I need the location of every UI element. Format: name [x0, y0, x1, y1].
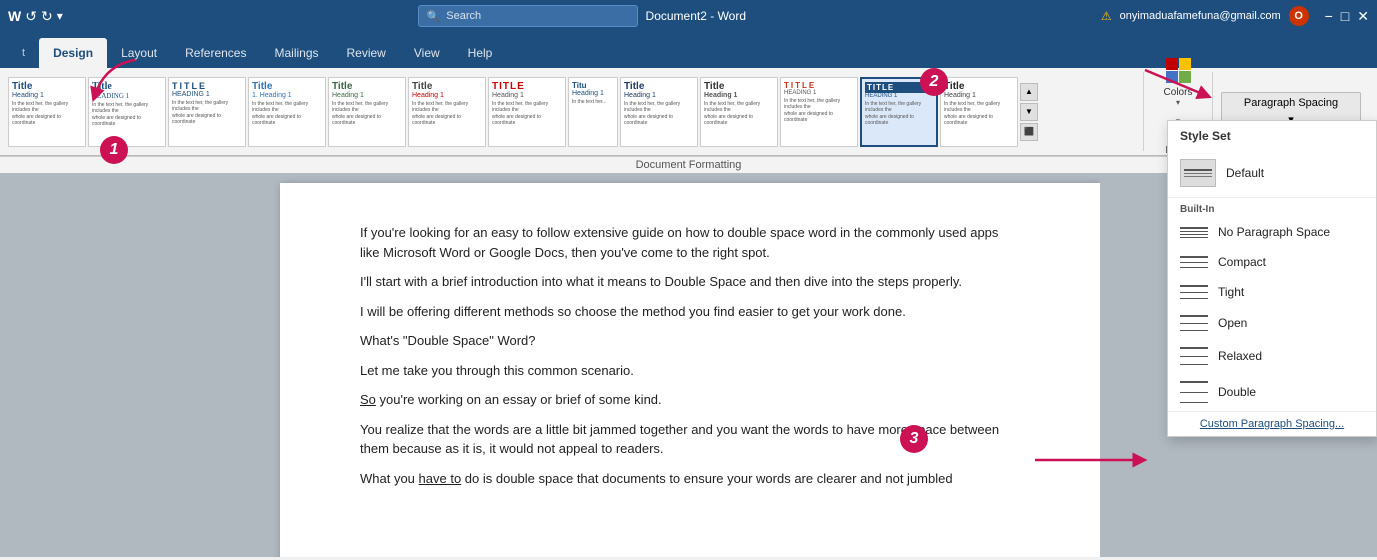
- dropdown-tight[interactable]: Tight: [1168, 277, 1376, 307]
- style-gallery: Title Heading 1 In the text her, the gal…: [8, 72, 1143, 151]
- paragraph-spacing-label: Paragraph Spacing: [1244, 97, 1338, 109]
- paragraph-4: What's "Double Space" Word?: [360, 331, 1020, 351]
- search-box[interactable]: 🔍 Search: [418, 5, 638, 27]
- style-thumb-3[interactable]: TITLE HEADING 1 In the text her, the gal…: [168, 77, 246, 147]
- tab-mailings[interactable]: Mailings: [260, 38, 332, 68]
- document-page[interactable]: If you're looking for an easy to follow …: [280, 183, 1100, 557]
- tight-icon: [1180, 285, 1208, 299]
- relaxed-icon: [1180, 347, 1208, 365]
- style-thumb-13[interactable]: Title Heading 1 In the text her, the gal…: [940, 77, 1018, 147]
- dropdown-open[interactable]: Open: [1168, 307, 1376, 339]
- badge-3: 3: [900, 425, 928, 453]
- minimize-button[interactable]: −: [1325, 8, 1333, 24]
- paragraph-2: I'll start with a brief introduction int…: [360, 272, 1020, 292]
- dropdown-default-item[interactable]: Default: [1168, 151, 1376, 195]
- title-bar-left: W ↺ ↻ ▾: [8, 8, 63, 25]
- style-thumb-1[interactable]: Title Heading 1 In the text her, the gal…: [8, 77, 86, 147]
- title-bar: W ↺ ↻ ▾ 🔍 Search Document2 - Word ⚠ onyi…: [0, 0, 1377, 32]
- style-nav-more[interactable]: ⬛: [1020, 123, 1038, 141]
- open-icon: [1180, 315, 1208, 331]
- so-underline: So: [360, 392, 376, 407]
- style-thumb-8[interactable]: Titu Heading 1 In the text her...: [568, 77, 618, 147]
- title-bar-right: ⚠ onyimaduafamefuna@gmail.com O − □ ✕: [1101, 6, 1369, 26]
- style-thumb-5[interactable]: Title Heading 1 In the text her, the gal…: [328, 77, 406, 147]
- custom-paragraph-spacing-link[interactable]: Custom Paragraph Spacing...: [1168, 411, 1376, 436]
- divider-1: [1168, 197, 1376, 198]
- tight-label: Tight: [1218, 285, 1244, 299]
- colors-label: Colors: [1164, 87, 1193, 98]
- paragraph-1: If you're looking for an easy to follow …: [360, 223, 1020, 262]
- have-to-underline: have to: [419, 471, 462, 486]
- dropdown-no-paragraph-space[interactable]: No Paragraph Space: [1168, 217, 1376, 247]
- style-nav-down[interactable]: ▼: [1020, 103, 1038, 121]
- maximize-button[interactable]: □: [1341, 8, 1349, 24]
- tab-view[interactable]: View: [400, 38, 454, 68]
- tab-references[interactable]: References: [171, 38, 260, 68]
- badge-1: 1: [100, 136, 128, 164]
- tab-layout[interactable]: Layout: [107, 38, 171, 68]
- badge-2: 2: [920, 68, 948, 96]
- built-in-label: Built-In: [1168, 200, 1376, 217]
- tab-design[interactable]: Design: [39, 38, 107, 68]
- style-thumb-7[interactable]: TITLE Heading 1 In the text her, the gal…: [488, 77, 566, 147]
- style-thumb-6[interactable]: Title Heading 1 In the text her, the gal…: [408, 77, 486, 147]
- paragraph-6: So you're working on an essay or brief o…: [360, 390, 1020, 410]
- style-nav-up[interactable]: ▲: [1020, 83, 1038, 101]
- user-avatar: O: [1289, 6, 1309, 26]
- style-thumb-4[interactable]: Title 1. Heading 1 In the text her, the …: [248, 77, 326, 147]
- style-thumb-9[interactable]: Title Heading 1 In the text her, the gal…: [620, 77, 698, 147]
- open-label: Open: [1218, 316, 1247, 330]
- colors-swatch: [1166, 58, 1191, 83]
- colors-button[interactable]: Colors ▾: [1152, 54, 1204, 111]
- undo-icon[interactable]: ↺: [25, 8, 37, 25]
- title-bar-center: 🔍 Search Document2 - Word: [63, 5, 1101, 27]
- paragraph-8: What you have to do is double space that…: [360, 469, 1020, 489]
- screen-wrapper: W ↺ ↻ ▾ 🔍 Search Document2 - Word ⚠ onyi…: [0, 0, 1377, 560]
- dropdown-double[interactable]: Double: [1168, 373, 1376, 411]
- style-thumb-10[interactable]: Title Heading 1 In the text her, the gal…: [700, 77, 778, 147]
- style-thumb-2[interactable]: Title HEADING 1 In the text her, the gal…: [88, 77, 166, 147]
- compact-label: Compact: [1218, 255, 1266, 269]
- no-paragraph-space-icon: [1180, 227, 1208, 238]
- relaxed-label: Relaxed: [1218, 349, 1262, 363]
- double-icon: [1180, 381, 1208, 403]
- style-set-label: Style Set: [1168, 121, 1376, 147]
- style-gallery-nav: ▲ ▼ ⬛: [1020, 83, 1038, 141]
- word-icon: W: [8, 8, 21, 24]
- default-label: Default: [1226, 166, 1264, 180]
- dropdown-compact[interactable]: Compact: [1168, 247, 1376, 277]
- tab-file[interactable]: t: [8, 38, 39, 68]
- tab-help[interactable]: Help: [454, 38, 507, 68]
- user-email: onyimaduafamefuna@gmail.com: [1120, 10, 1281, 22]
- redo-icon[interactable]: ↻: [41, 8, 53, 25]
- warning-icon: ⚠: [1101, 9, 1112, 23]
- left-margin: [0, 173, 280, 557]
- paragraph-spacing-dropdown: Style Set Default Built-In No Paragraph …: [1167, 120, 1377, 437]
- no-paragraph-space-label: No Paragraph Space: [1218, 225, 1330, 239]
- paragraph-3: I will be offering different methods so …: [360, 302, 1020, 322]
- style-thumb-11[interactable]: TITLE HEADING 1 In the text her, the gal…: [780, 77, 858, 147]
- close-button[interactable]: ✕: [1357, 8, 1369, 25]
- default-style-icon: [1180, 159, 1216, 187]
- dropdown-relaxed[interactable]: Relaxed: [1168, 339, 1376, 373]
- document-title: Document2 - Word: [646, 9, 746, 23]
- paragraph-5: Let me take you through this common scen…: [360, 361, 1020, 381]
- search-placeholder: Search: [446, 10, 481, 22]
- double-label: Double: [1218, 385, 1256, 399]
- compact-icon: [1180, 256, 1208, 268]
- tab-review[interactable]: Review: [333, 38, 400, 68]
